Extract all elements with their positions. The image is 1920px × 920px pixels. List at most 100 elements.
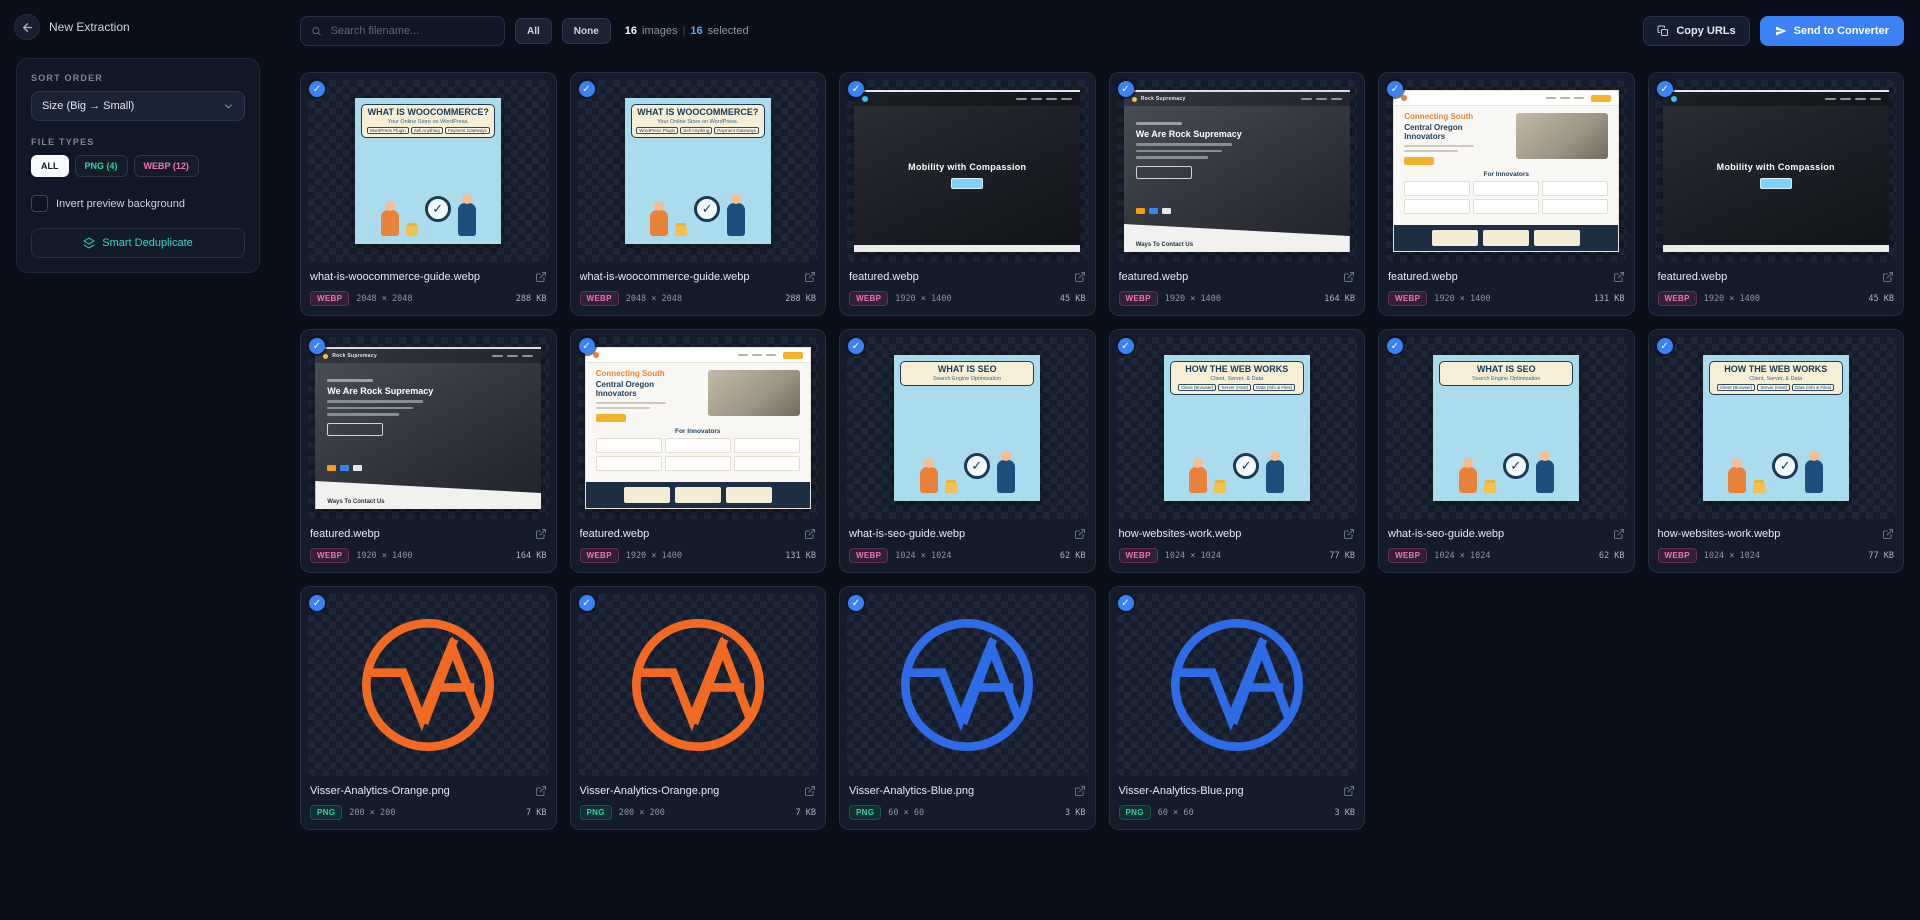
image-card[interactable]: ✓Rock SupremacyWe Are Rock SupremacyWays…: [300, 329, 557, 573]
back-button[interactable]: [14, 14, 40, 40]
invert-background-checkbox[interactable]: [31, 195, 48, 212]
image-card[interactable]: ✓Rock SupremacyWe Are Rock SupremacyWays…: [1109, 72, 1366, 316]
site-hero-button: [596, 414, 626, 422]
filter-png-button[interactable]: PNG (4): [75, 155, 128, 177]
illustration-characters: ✓: [1170, 395, 1304, 495]
image-preview[interactable]: Mobility with Compassion: [847, 80, 1088, 262]
image-preview[interactable]: WHAT IS WOOCOMMERCE?Your Online Store on…: [308, 80, 549, 262]
format-badge: WEBP: [580, 548, 619, 563]
image-preview[interactable]: Connecting SouthCentral Oregon Innovator…: [578, 337, 819, 519]
coin-stack: [1214, 483, 1226, 493]
check-circle-graphic: ✓: [1772, 453, 1798, 479]
image-preview[interactable]: WHAT IS SEOSearch Engine Optimization✓: [847, 337, 1088, 519]
open-external-icon[interactable]: [804, 528, 816, 540]
character-navy: [997, 460, 1015, 493]
image-preview[interactable]: Rock SupremacyWe Are Rock SupremacyWays …: [308, 337, 549, 519]
open-external-icon[interactable]: [804, 271, 816, 283]
select-all-button[interactable]: All: [515, 18, 552, 44]
selected-check-icon[interactable]: ✓: [1118, 595, 1134, 611]
image-card[interactable]: ✓WHAT IS SEOSearch Engine Optimization✓w…: [1378, 329, 1635, 573]
image-preview[interactable]: Connecting SouthCentral Oregon Innovator…: [1386, 80, 1627, 262]
selected-check-icon[interactable]: ✓: [1387, 81, 1403, 97]
open-external-icon[interactable]: [804, 785, 816, 797]
image-card[interactable]: ✓Mobility with Compassionfeatured.webpWE…: [1648, 72, 1905, 316]
image-preview[interactable]: [578, 594, 819, 776]
search-input[interactable]: [329, 24, 494, 38]
image-card[interactable]: ✓Connecting SouthCentral Oregon Innovato…: [570, 329, 827, 573]
selected-check-icon[interactable]: ✓: [1657, 81, 1673, 97]
open-external-icon[interactable]: [1343, 785, 1355, 797]
filter-webp-button[interactable]: WEBP (12): [134, 155, 199, 177]
image-preview[interactable]: Rock SupremacyWe Are Rock SupremacyWays …: [1117, 80, 1358, 262]
image-card[interactable]: ✓Connecting SouthCentral Oregon Innovato…: [1378, 72, 1635, 316]
open-external-icon[interactable]: [535, 785, 547, 797]
selected-check-icon[interactable]: ✓: [1657, 338, 1673, 354]
open-external-icon[interactable]: [535, 528, 547, 540]
dimensions: 1920 × 1400: [1165, 294, 1221, 304]
sort-order-select[interactable]: Size (Big → Small): [31, 91, 245, 121]
image-card[interactable]: ✓Visser-Analytics-Blue.pngPNG60 × 603 KB: [1109, 586, 1366, 830]
image-card[interactable]: ✓HOW THE WEB WORKSClient, Server, & Data…: [1648, 329, 1905, 573]
image-preview[interactable]: [1117, 594, 1358, 776]
selected-check-icon[interactable]: ✓: [848, 595, 864, 611]
invert-background-row[interactable]: Invert preview background: [31, 195, 245, 212]
filename: Visser-Analytics-Blue.png: [849, 785, 974, 797]
open-external-icon[interactable]: [1074, 528, 1086, 540]
filter-all-button[interactable]: ALL: [31, 155, 69, 177]
smart-deduplicate-button[interactable]: Smart Deduplicate: [31, 228, 245, 258]
selection-count: 16 images | 16 selected: [625, 25, 749, 37]
illustration-title-panel: HOW THE WEB WORKSClient, Server, & DataC…: [1170, 361, 1304, 395]
send-to-converter-button[interactable]: Send to Converter: [1760, 16, 1904, 46]
image-preview[interactable]: HOW THE WEB WORKSClient, Server, & DataC…: [1117, 337, 1358, 519]
selected-check-icon[interactable]: ✓: [1118, 338, 1134, 354]
selected-check-icon[interactable]: ✓: [309, 338, 325, 354]
image-preview[interactable]: Mobility with Compassion: [1656, 80, 1897, 262]
image-preview[interactable]: WHAT IS WOOCOMMERCE?Your Online Store on…: [578, 80, 819, 262]
image-preview[interactable]: WHAT IS SEOSearch Engine Optimization✓: [1386, 337, 1627, 519]
dimensions: 1024 × 1024: [895, 551, 951, 561]
copy-urls-button[interactable]: Copy URLs: [1643, 16, 1749, 46]
open-external-icon[interactable]: [1882, 271, 1894, 283]
search-box[interactable]: [300, 16, 505, 46]
toolbar: All None 16 images | 16 selected Copy UR…: [300, 16, 1904, 46]
selected-check-icon[interactable]: ✓: [848, 81, 864, 97]
open-external-icon[interactable]: [1613, 528, 1625, 540]
open-external-icon[interactable]: [1882, 528, 1894, 540]
image-preview[interactable]: [308, 594, 549, 776]
image-preview[interactable]: [847, 594, 1088, 776]
image-preview[interactable]: HOW THE WEB WORKSClient, Server, & DataC…: [1656, 337, 1897, 519]
character-orange: [920, 467, 938, 493]
thumbnail-logo: [624, 611, 772, 759]
selected-check-icon[interactable]: ✓: [848, 338, 864, 354]
image-card[interactable]: ✓ WHAT IS WOOCOMMERCE?Your Online Store o…: [570, 72, 827, 316]
open-external-icon[interactable]: [1074, 271, 1086, 283]
select-none-button[interactable]: None: [562, 18, 611, 44]
image-card[interactable]: ✓HOW THE WEB WORKSClient, Server, & Data…: [1109, 329, 1366, 573]
open-external-icon[interactable]: [1343, 271, 1355, 283]
file-size: 288 KB: [785, 294, 816, 304]
image-card[interactable]: ✓Visser-Analytics-Orange.pngPNG200 × 200…: [570, 586, 827, 830]
thumbnail-illustration: WHAT IS WOOCOMMERCE?Your Online Store on…: [625, 98, 771, 244]
format-badge: PNG: [849, 805, 881, 820]
image-card[interactable]: ✓WHAT IS WOOCOMMERCE?Your Online Store o…: [300, 72, 557, 316]
selected-check-icon[interactable]: ✓: [579, 595, 595, 611]
illustration-title: WHAT IS WOOCOMMERCE?: [634, 108, 762, 118]
thumbnail-illustration: HOW THE WEB WORKSClient, Server, & DataC…: [1164, 355, 1310, 501]
open-external-icon[interactable]: [535, 271, 547, 283]
send-to-converter-label: Send to Converter: [1794, 25, 1889, 37]
dimensions: 2048 × 2048: [626, 294, 682, 304]
image-card[interactable]: ✓Visser-Analytics-Orange.pngPNG200 × 200…: [300, 586, 557, 830]
selected-check-icon[interactable]: ✓: [309, 81, 325, 97]
search-icon: [311, 25, 322, 37]
selected-check-icon[interactable]: ✓: [579, 338, 595, 354]
selected-check-icon[interactable]: ✓: [579, 81, 595, 97]
selected-check-icon[interactable]: ✓: [1387, 338, 1403, 354]
open-external-icon[interactable]: [1613, 271, 1625, 283]
image-card[interactable]: ✓Visser-Analytics-Blue.pngPNG60 × 603 KB: [839, 586, 1096, 830]
open-external-icon[interactable]: [1343, 528, 1355, 540]
selected-check-icon[interactable]: ✓: [309, 595, 325, 611]
image-card[interactable]: ✓Mobility with Compassionfeatured.webpWE…: [839, 72, 1096, 316]
selected-check-icon[interactable]: ✓: [1118, 81, 1134, 97]
open-external-icon[interactable]: [1074, 785, 1086, 797]
image-card[interactable]: ✓WHAT IS SEOSearch Engine Optimization✓w…: [839, 329, 1096, 573]
